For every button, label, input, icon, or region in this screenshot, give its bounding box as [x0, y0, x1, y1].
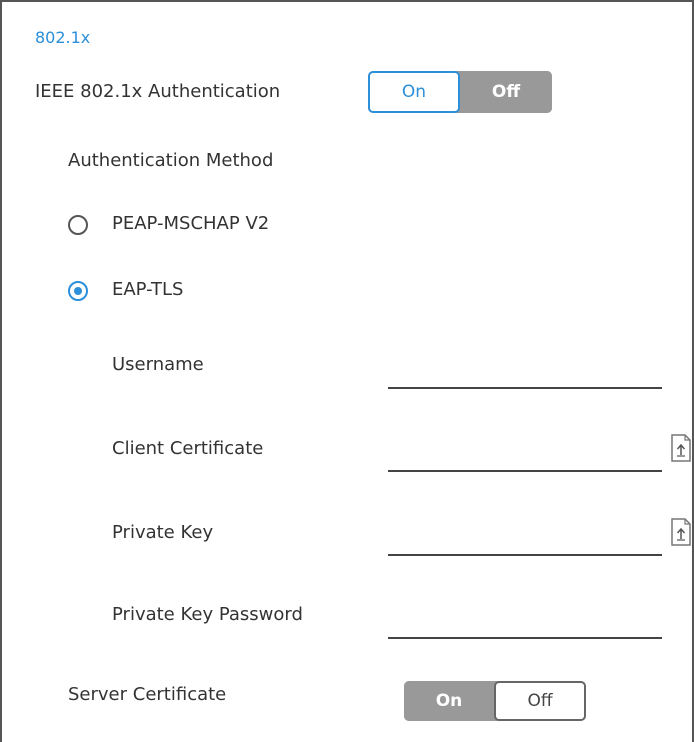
upload-file-icon[interactable]	[670, 518, 692, 546]
radio-eap-tls[interactable]	[68, 281, 88, 301]
radio-peap-mschap[interactable]	[68, 215, 88, 235]
radio-eap-tls-label: EAP-TLS	[112, 279, 184, 300]
ieee-auth-off-option[interactable]: Off	[460, 71, 552, 113]
section-title: 802.1x	[35, 28, 91, 47]
client-certificate-field[interactable]	[388, 442, 662, 472]
server-certificate-toggle[interactable]: On Off	[404, 681, 586, 721]
auth-method-label: Authentication Method	[68, 150, 274, 171]
settings-panel: 802.1x IEEE 802.1x Authentication On Off…	[0, 0, 694, 742]
private-key-password-field[interactable]	[388, 609, 662, 639]
client-certificate-label: Client Certificate	[112, 438, 264, 459]
ieee-auth-toggle[interactable]: On Off	[368, 71, 552, 113]
server-certificate-off-option[interactable]: Off	[494, 681, 586, 721]
private-key-label: Private Key	[112, 522, 214, 543]
server-certificate-on-option[interactable]: On	[404, 681, 494, 721]
upload-file-icon[interactable]	[670, 434, 692, 462]
ieee-auth-on-option[interactable]: On	[368, 71, 460, 113]
username-label: Username	[112, 354, 204, 375]
private-key-password-label: Private Key Password	[112, 604, 303, 625]
private-key-field[interactable]	[388, 526, 662, 556]
username-field[interactable]	[388, 359, 662, 389]
radio-peap-mschap-label: PEAP-MSCHAP V2	[112, 213, 270, 234]
server-certificate-label: Server Certificate	[68, 684, 227, 705]
ieee-auth-label: IEEE 802.1x Authentication	[35, 81, 281, 102]
